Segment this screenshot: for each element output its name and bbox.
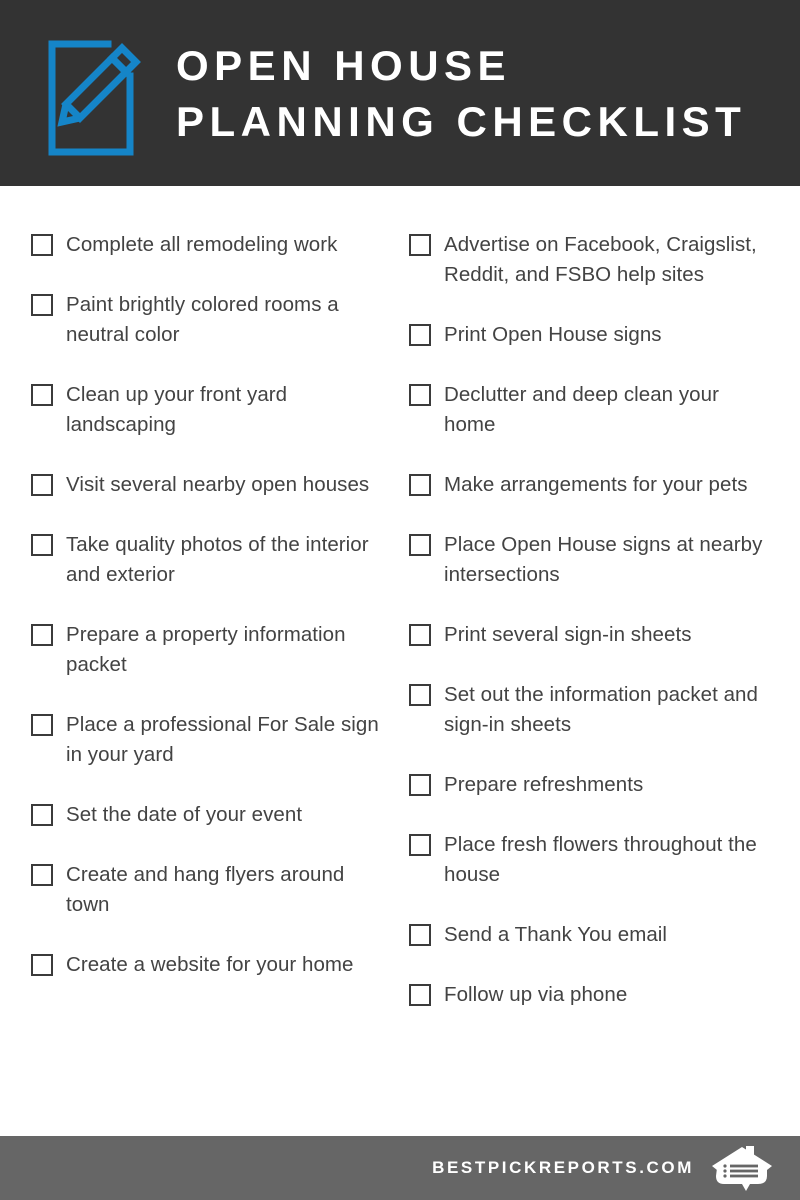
- checkbox-icon[interactable]: [31, 714, 53, 736]
- title-line-2: PLANNING CHECKLIST: [176, 98, 747, 145]
- checklist-item-label: Send a Thank You email: [444, 923, 667, 946]
- checklist-item-label: Set the date of your event: [66, 803, 303, 826]
- checklist-item-label: Print several sign-in sheets: [444, 623, 692, 646]
- checkbox-icon[interactable]: [31, 954, 53, 976]
- checkbox-icon[interactable]: [409, 384, 431, 406]
- checklist-item-label: Create and hang flyers around town: [66, 863, 345, 916]
- checkbox-icon[interactable]: [31, 474, 53, 496]
- checkbox-icon[interactable]: [409, 624, 431, 646]
- page-title: OPEN HOUSE PLANNING CHECKLIST: [176, 38, 746, 150]
- checklist-item-label: Declutter and deep clean your home: [444, 383, 719, 436]
- checklist-item[interactable]: Create a website for your home: [31, 950, 382, 980]
- checklist-item-label: Clean up your front yard landscaping: [66, 383, 288, 436]
- checklist-item[interactable]: Advertise on Facebook, Craigslist, Reddi…: [409, 230, 772, 290]
- checklist-item[interactable]: Take quality photos of the interior and …: [31, 530, 382, 590]
- title-line-1: OPEN HOUSE: [176, 42, 512, 89]
- checkbox-icon[interactable]: [409, 324, 431, 346]
- checkbox-icon[interactable]: [31, 804, 53, 826]
- checklist-item[interactable]: Clean up your front yard landscaping: [31, 380, 382, 440]
- checkbox-icon[interactable]: [409, 534, 431, 556]
- checklist-item[interactable]: Prepare refreshments: [409, 770, 772, 800]
- checklist-item-label: Print Open House signs: [444, 323, 662, 346]
- checklist-item[interactable]: Set out the information packet and sign-…: [409, 680, 772, 740]
- checklist-item[interactable]: Set the date of your event: [31, 800, 382, 830]
- checklist-item[interactable]: Follow up via phone: [409, 980, 772, 1010]
- checklist-item-label: Complete all remodeling work: [66, 233, 338, 256]
- checklist-item[interactable]: Print several sign-in sheets: [409, 620, 772, 650]
- checklist-body: Complete all remodeling work Paint bright…: [0, 186, 800, 1136]
- checklist-item-label: Prepare refreshments: [444, 773, 644, 796]
- checkbox-icon[interactable]: [409, 774, 431, 796]
- checklist-item-label: Place a professional For Sale sign in yo…: [66, 713, 379, 766]
- checklist-item[interactable]: Prepare a property information packet: [31, 620, 382, 680]
- checkbox-icon[interactable]: [409, 924, 431, 946]
- checklist-item-label: Take quality photos of the interior and …: [66, 533, 369, 586]
- checklist-item[interactable]: Place a professional For Sale sign in yo…: [31, 710, 382, 770]
- checklist-item-label: Place Open House signs at nearby interse…: [444, 533, 763, 586]
- checklist-item[interactable]: Print Open House signs: [409, 320, 772, 350]
- checklist-item[interactable]: Complete all remodeling work: [31, 230, 382, 260]
- header-banner: OPEN HOUSE PLANNING CHECKLIST: [0, 0, 800, 186]
- checkbox-icon[interactable]: [409, 984, 431, 1006]
- checkbox-icon[interactable]: [409, 834, 431, 856]
- checklist-column-right: Advertise on Facebook, Craigslist, Reddi…: [400, 230, 800, 1136]
- checkbox-icon[interactable]: [31, 234, 53, 256]
- checkbox-icon[interactable]: [31, 294, 53, 316]
- document-pencil-icon: [48, 40, 141, 156]
- checkbox-icon[interactable]: [31, 534, 53, 556]
- checklist-item-label: Make arrangements for your pets: [444, 473, 748, 496]
- checklist-item-label: Visit several nearby open houses: [66, 473, 370, 496]
- checklist-item-label: Follow up via phone: [444, 983, 628, 1006]
- checklist-item[interactable]: Create and hang flyers around town: [31, 860, 382, 920]
- checklist-item[interactable]: Visit several nearby open houses: [31, 470, 382, 500]
- checklist-item[interactable]: Place Open House signs at nearby interse…: [409, 530, 772, 590]
- footer-website-text: BESTPICKREPORTS.COM: [432, 1158, 694, 1177]
- checklist-item-label: Place fresh flowers throughout the house: [444, 833, 757, 886]
- checklist-item[interactable]: Place fresh flowers throughout the house: [409, 830, 772, 890]
- checklist-item[interactable]: Paint brightly colored rooms a neutral c…: [31, 290, 382, 350]
- checklist-item-label: Paint brightly colored rooms a neutral c…: [66, 293, 339, 346]
- checklist-item-label: Set out the information packet and sign-…: [444, 683, 758, 736]
- checklist-item-label: Prepare a property information packet: [66, 623, 346, 676]
- checklist-item-label: Create a website for your home: [66, 953, 354, 976]
- checkbox-icon[interactable]: [31, 624, 53, 646]
- checkbox-icon[interactable]: [31, 384, 53, 406]
- house-speech-bubble-logo: [712, 1146, 772, 1191]
- checkbox-icon[interactable]: [409, 234, 431, 256]
- checkbox-icon[interactable]: [409, 474, 431, 496]
- checklist-item[interactable]: Make arrangements for your pets: [409, 470, 772, 500]
- checkbox-icon[interactable]: [409, 684, 431, 706]
- checklist-item[interactable]: Send a Thank You email: [409, 920, 772, 950]
- footer-bar: BESTPICKREPORTS.COM: [0, 1136, 800, 1200]
- checklist-item-label: Advertise on Facebook, Craigslist, Reddi…: [444, 233, 757, 286]
- checklist-column-left: Complete all remodeling work Paint bright…: [0, 230, 400, 1136]
- checkbox-icon[interactable]: [31, 864, 53, 886]
- checklist-item[interactable]: Declutter and deep clean your home: [409, 380, 772, 440]
